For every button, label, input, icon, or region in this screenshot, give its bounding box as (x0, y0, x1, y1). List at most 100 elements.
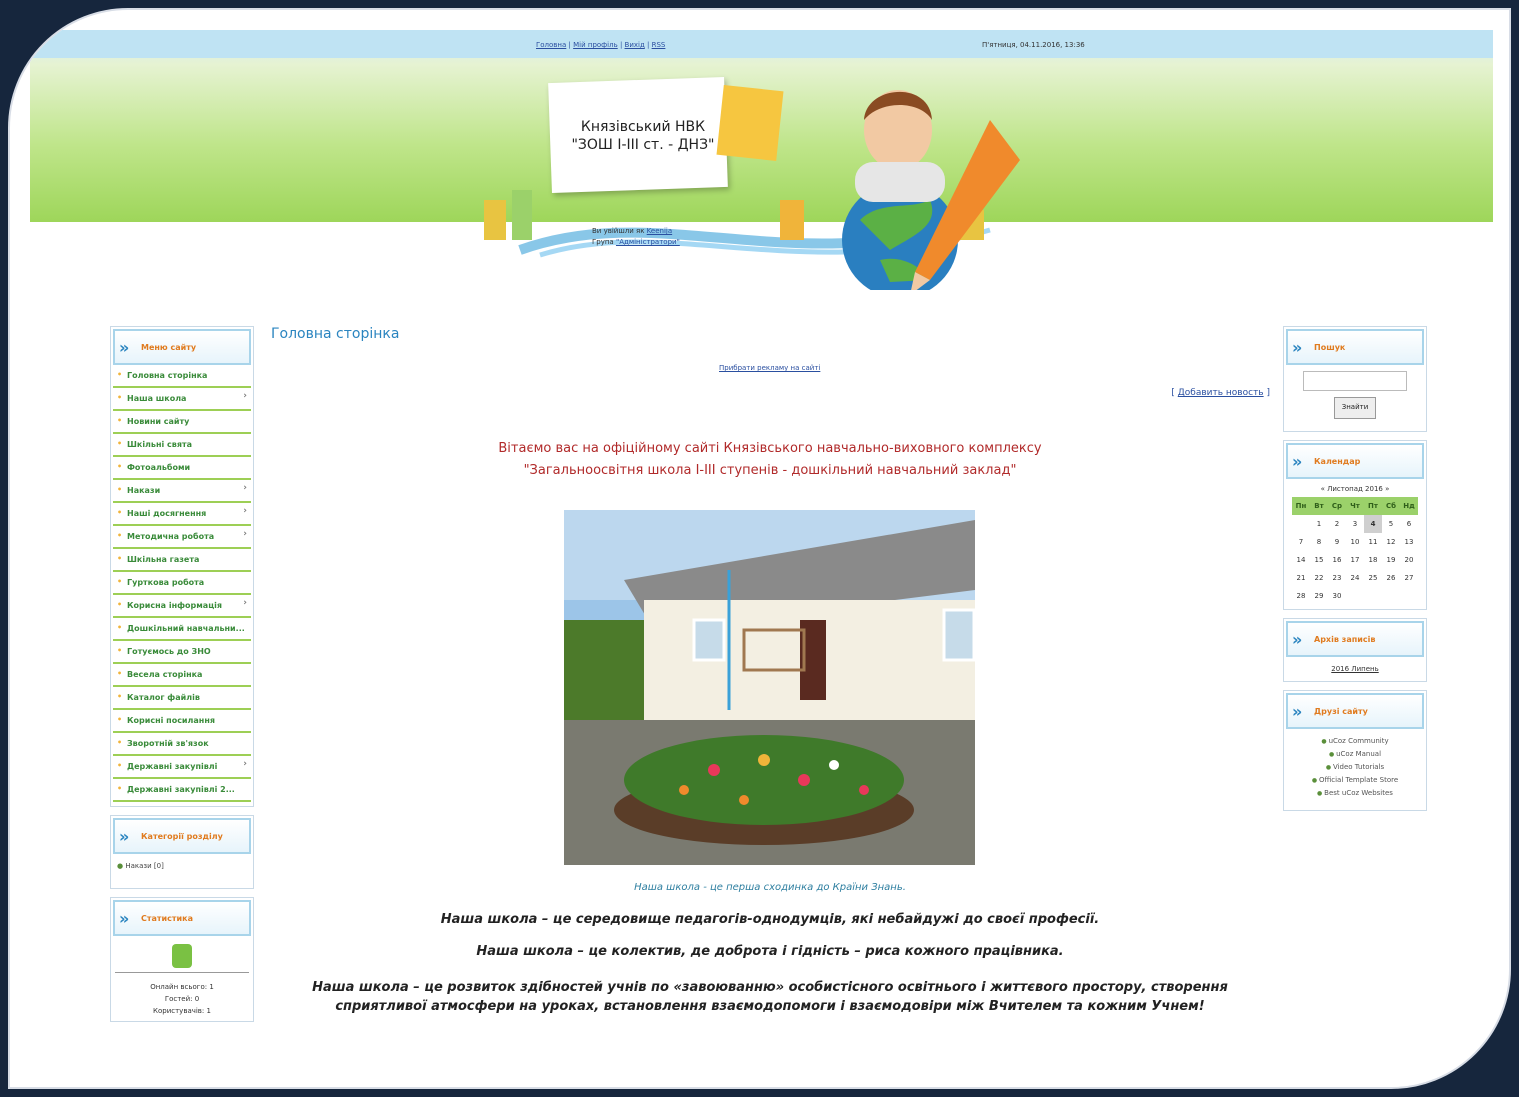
sidebar-item[interactable]: Головна сторінка (113, 365, 251, 388)
calendar-day[interactable]: 1 (1310, 515, 1328, 533)
stats-box-title: Статистика (141, 913, 193, 923)
calendar-box-header: » Календар (1286, 443, 1424, 479)
calendar-day[interactable]: 2 (1328, 515, 1346, 533)
add-news-label: Добавить новость (1177, 388, 1264, 398)
sidebar-item-label: Новини сайту (127, 417, 190, 426)
sidebar-item-label: Наша школа (127, 394, 187, 403)
friends-box-header: » Друзі сайту (1286, 693, 1424, 729)
welcome-text: Вітаємо вас на офіційному сайті Князівсь… (270, 438, 1270, 482)
sidebar-item-label: Корисна інформація (127, 601, 222, 610)
search-button[interactable]: Знайти (1334, 397, 1376, 419)
archive-item[interactable]: 2016 Липень (1286, 665, 1424, 673)
calendar-day[interactable]: 16 (1328, 551, 1346, 569)
calendar-day[interactable]: 27 (1400, 569, 1418, 587)
calendar-day[interactable]: 9 (1328, 533, 1346, 551)
calendar-day[interactable]: 17 (1346, 551, 1364, 569)
site-title: Князівський НВК "ЗОШ І-ІІІ ст. - ДНЗ" (558, 118, 728, 154)
sidebar-item[interactable]: Методична робота › (113, 526, 251, 549)
categories-box: » Категорії розділу ● Накази [0] (110, 815, 254, 889)
calendar-day[interactable]: 14 (1292, 551, 1310, 569)
sidebar-item[interactable]: Державні закупівлі › (113, 756, 251, 779)
sidebar-item[interactable]: Гурткова робота (113, 572, 251, 595)
calendar-day[interactable]: 30 (1328, 587, 1346, 605)
calendar-day-header: Вт (1310, 497, 1328, 515)
friend-link[interactable]: Video Tutorials (1286, 761, 1424, 774)
sidebar-item[interactable]: Каталог файлів (113, 687, 251, 710)
calendar-day-header: Чт (1346, 497, 1364, 515)
sidebar-item-label: Гурткова робота (127, 578, 205, 587)
link-logout[interactable]: Вихід (625, 41, 645, 49)
sidebar-item[interactable]: Накази › (113, 480, 251, 503)
calendar-day[interactable]: 28 (1292, 587, 1310, 605)
sidebar-item[interactable]: Корисні посилання (113, 710, 251, 733)
sidebar-item[interactable]: Наші досягнення › (113, 503, 251, 526)
friend-link[interactable]: Best uCoz Websites (1286, 787, 1424, 800)
sidebar-item[interactable]: Фотоальбоми (113, 457, 251, 480)
category-item[interactable]: ● Накази [0] (113, 854, 251, 884)
add-news-link[interactable]: [ Добавить новость ] (1171, 388, 1270, 398)
friend-link[interactable]: uCoz Community (1286, 735, 1424, 748)
calendar-day[interactable]: 21 (1292, 569, 1310, 587)
calendar-table: Пн Вт Ср Чт Пт Сб Нд 1 2 3 4 5 6 7 8 9 10 11 12 13 14 15 16 17 1… (1292, 497, 1418, 605)
calendar-day[interactable]: 15 (1310, 551, 1328, 569)
sidebar-item-label: Державні закупівлі 2... (127, 785, 235, 794)
calendar-day[interactable]: 24 (1346, 569, 1364, 587)
stats-guests: Гостей: 0 (164, 995, 200, 1003)
sidebar-item-label: Зворотній зв'язок (127, 739, 209, 748)
calendar-day[interactable]: 3 (1346, 515, 1364, 533)
remove-ads-link[interactable]: Прибрати рекламу на сайті (719, 364, 820, 372)
calendar-day[interactable]: 23 (1328, 569, 1346, 587)
calendar-day-header: Пн (1292, 497, 1310, 515)
categories-box-title: Категорії розділу (141, 831, 223, 841)
logged-user-link[interactable]: Keenija (647, 227, 672, 235)
friend-link[interactable]: uCoz Manual (1286, 748, 1424, 761)
calendar-day[interactable]: 6 (1400, 515, 1418, 533)
sidebar-item[interactable]: Шкільна газета (113, 549, 251, 572)
calendar-day[interactable]: 20 (1400, 551, 1418, 569)
paragraph-2: Наша школа – це колектив, де доброта і г… (476, 944, 1064, 959)
link-home[interactable]: Головна (536, 41, 566, 49)
calendar-day[interactable]: 8 (1310, 533, 1328, 551)
link-rss[interactable]: RSS (652, 41, 666, 49)
sidebar-item[interactable]: Наша школа › (113, 388, 251, 411)
link-profile[interactable]: Мій профіль (573, 41, 618, 49)
calendar-day[interactable]: 5 (1382, 515, 1400, 533)
categories-box-header: » Категорії розділу (113, 818, 251, 854)
calendar-day[interactable]: 29 (1310, 587, 1328, 605)
calendar-day-header: Нд (1400, 497, 1418, 515)
calendar-day[interactable]: 4 (1364, 515, 1382, 533)
sidebar-item[interactable]: Новини сайту (113, 411, 251, 434)
calendar-day-header: Сб (1382, 497, 1400, 515)
paragraph-3: Наша школа – це розвиток здібностей учні… (270, 978, 1270, 1016)
sidebar-item[interactable]: Готуємось до ЗНО (113, 641, 251, 664)
calendar-day[interactable]: 22 (1310, 569, 1328, 587)
sidebar-item[interactable]: Весела сторінка (113, 664, 251, 687)
calendar-day[interactable]: 10 (1346, 533, 1364, 551)
calendar-day (1364, 587, 1382, 605)
calendar-day[interactable]: 12 (1382, 533, 1400, 551)
sidebar-item[interactable]: Корисна інформація › (113, 595, 251, 618)
friend-link[interactable]: Official Template Store (1286, 774, 1424, 787)
counter-icon[interactable] (172, 944, 192, 968)
sidebar-item-label: Готуємось до ЗНО (127, 647, 211, 656)
calendar-day[interactable]: 13 (1400, 533, 1418, 551)
submenu-arrow-icon: › (243, 529, 247, 539)
calendar-month[interactable]: « Листопад 2016 » (1286, 485, 1424, 493)
group-link[interactable]: "Адміністратори" (616, 238, 680, 246)
logged-prefix: Ви увійшли як (592, 227, 645, 235)
sidebar-item[interactable]: Дошкільний навчальни... (113, 618, 251, 641)
sidebar-item-label: Дошкільний навчальни... (127, 624, 245, 633)
calendar-day[interactable]: 19 (1382, 551, 1400, 569)
calendar-day[interactable]: 26 (1382, 569, 1400, 587)
search-box-header: » Пошук (1286, 329, 1424, 365)
calendar-day[interactable]: 25 (1364, 569, 1382, 587)
calendar-day[interactable]: 18 (1364, 551, 1382, 569)
calendar-day[interactable]: 7 (1292, 533, 1310, 551)
search-box-title: Пошук (1314, 342, 1346, 352)
calendar-day[interactable]: 11 (1364, 533, 1382, 551)
chevron-right-icon: » (1292, 451, 1303, 471)
sidebar-item[interactable]: Зворотній зв'язок (113, 733, 251, 756)
sidebar-item[interactable]: Шкільні свята (113, 434, 251, 457)
sidebar-item[interactable]: Державні закупівлі 2... (113, 779, 251, 802)
search-input[interactable] (1303, 371, 1407, 391)
